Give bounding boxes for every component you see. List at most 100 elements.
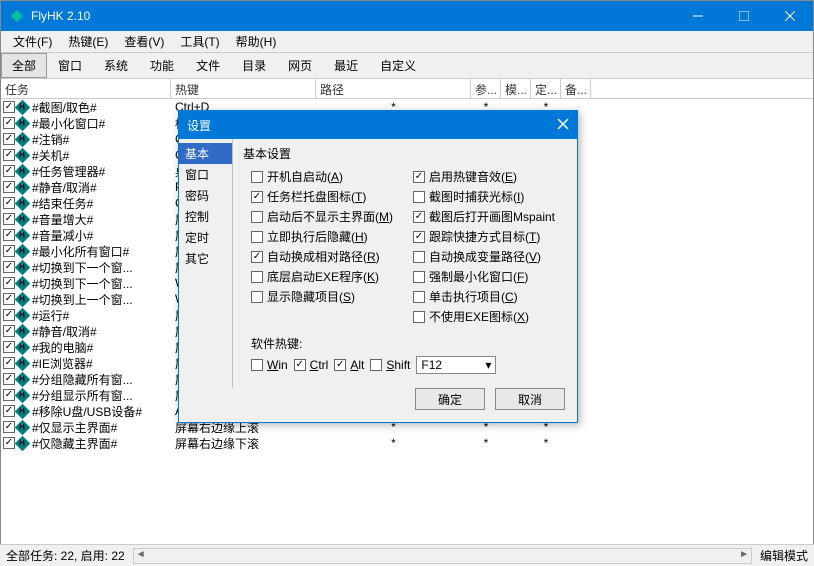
option-label: 启用热键音效(E) — [429, 168, 517, 185]
tab-最近[interactable]: 最近 — [323, 53, 369, 78]
row-checkbox[interactable] — [3, 373, 15, 385]
row-checkbox[interactable] — [3, 277, 15, 289]
checkbox[interactable] — [413, 251, 425, 263]
col-task[interactable]: 任务 — [1, 79, 171, 98]
checkbox[interactable] — [251, 271, 263, 283]
row-checkbox[interactable] — [3, 405, 15, 417]
table-row[interactable]: #仅隐藏主界面#屏幕右边缘下滚*** — [1, 435, 813, 451]
modkey-option[interactable]: Ctrl — [294, 358, 329, 372]
tab-文件[interactable]: 文件 — [185, 53, 231, 78]
checkbox[interactable] — [251, 251, 263, 263]
task-name: #切换到下一个窗... — [32, 259, 133, 276]
checkbox[interactable] — [413, 171, 425, 183]
tab-自定义[interactable]: 自定义 — [369, 53, 427, 78]
tab-全部[interactable]: 全部 — [1, 53, 47, 78]
row-checkbox[interactable] — [3, 181, 15, 193]
task-name: #分组隐藏所有窗... — [32, 371, 133, 388]
option[interactable]: 立即执行后隐藏(H) — [251, 228, 405, 245]
row-checkbox[interactable] — [3, 437, 15, 449]
row-checkbox[interactable] — [3, 357, 15, 369]
menu-item[interactable]: 帮助(H) — [228, 31, 285, 52]
row-checkbox[interactable] — [3, 117, 15, 129]
row-checkbox[interactable] — [3, 213, 15, 225]
menu-item[interactable]: 查看(V) — [116, 31, 172, 52]
option[interactable]: 跟踪快捷方式目标(T) — [413, 228, 567, 245]
menu-item[interactable]: 热键(E) — [60, 31, 116, 52]
checkbox[interactable] — [413, 191, 425, 203]
option[interactable]: 启动后不显示主界面(M) — [251, 208, 405, 225]
col-note[interactable]: 备... — [561, 79, 591, 98]
checkbox[interactable] — [370, 359, 382, 371]
modkey-option[interactable]: Shift — [370, 358, 410, 372]
sidebar-item[interactable]: 控制 — [179, 206, 232, 227]
option[interactable]: 自动换成变量路径(V) — [413, 248, 567, 265]
menu-item[interactable]: 文件(F) — [5, 31, 60, 52]
sidebar-item[interactable]: 密码 — [179, 185, 232, 206]
checkbox[interactable] — [334, 359, 346, 371]
menu-item[interactable]: 工具(T) — [172, 31, 227, 52]
tab-目录[interactable]: 目录 — [231, 53, 277, 78]
row-checkbox[interactable] — [3, 229, 15, 241]
modkey-option[interactable]: Win — [251, 358, 288, 372]
option[interactable]: 单击执行项目(C) — [413, 288, 567, 305]
checkbox[interactable] — [251, 171, 263, 183]
row-checkbox[interactable] — [3, 293, 15, 305]
option[interactable]: 任务栏托盘图标(T) — [251, 188, 405, 205]
sidebar-item[interactable]: 其它 — [179, 248, 232, 269]
checkbox[interactable] — [413, 211, 425, 223]
checkbox[interactable] — [413, 231, 425, 243]
option[interactable]: 截图时捕获光标(I) — [413, 188, 567, 205]
maximize-button[interactable] — [721, 1, 767, 31]
modkey-option[interactable]: Alt — [334, 358, 364, 372]
col-path[interactable]: 路径 — [316, 79, 471, 98]
checkbox[interactable] — [413, 291, 425, 303]
row-checkbox[interactable] — [3, 197, 15, 209]
row-checkbox[interactable] — [3, 261, 15, 273]
close-button[interactable] — [767, 1, 813, 31]
tab-系统[interactable]: 系统 — [93, 53, 139, 78]
option[interactable]: 自动换成相对路径(R) — [251, 248, 405, 265]
row-checkbox[interactable] — [3, 421, 15, 433]
checkbox[interactable] — [413, 271, 425, 283]
h-scrollbar[interactable] — [133, 548, 752, 564]
cancel-button[interactable]: 取消 — [495, 388, 565, 410]
row-checkbox[interactable] — [3, 165, 15, 177]
row-checkbox[interactable] — [3, 309, 15, 321]
sidebar-item[interactable]: 窗口 — [179, 164, 232, 185]
option[interactable]: 底层启动EXE程序(K) — [251, 268, 405, 285]
dialog-close-button[interactable] — [557, 118, 569, 133]
checkbox[interactable] — [251, 211, 263, 223]
tab-窗口[interactable]: 窗口 — [47, 53, 93, 78]
tab-网页[interactable]: 网页 — [277, 53, 323, 78]
ok-button[interactable]: 确定 — [415, 388, 485, 410]
checkbox[interactable] — [413, 311, 425, 323]
checkbox[interactable] — [251, 191, 263, 203]
row-checkbox[interactable] — [3, 325, 15, 337]
key-select[interactable]: F12▾ — [416, 356, 496, 374]
checkbox[interactable] — [251, 231, 263, 243]
row-checkbox[interactable] — [3, 101, 15, 113]
option[interactable]: 显示隐藏项目(S) — [251, 288, 405, 305]
option[interactable]: 截图后打开画图Mspaint — [413, 208, 567, 225]
col-timer[interactable]: 定... — [531, 79, 561, 98]
col-param[interactable]: 参... — [471, 79, 501, 98]
row-checkbox[interactable] — [3, 389, 15, 401]
checkbox[interactable] — [294, 359, 306, 371]
row-checkbox[interactable] — [3, 341, 15, 353]
checkbox[interactable] — [251, 359, 263, 371]
minimize-button[interactable] — [675, 1, 721, 31]
sidebar-item[interactable]: 定时 — [179, 227, 232, 248]
option[interactable]: 强制最小化窗口(F) — [413, 268, 567, 285]
tab-功能[interactable]: 功能 — [139, 53, 185, 78]
row-checkbox[interactable] — [3, 133, 15, 145]
col-hotkey[interactable]: 热键 — [171, 79, 316, 98]
task-name: #分组显示所有窗... — [32, 387, 133, 404]
row-checkbox[interactable] — [3, 245, 15, 257]
row-checkbox[interactable] — [3, 149, 15, 161]
option[interactable]: 开机自启动(A) — [251, 168, 405, 185]
col-mode[interactable]: 模... — [501, 79, 531, 98]
option[interactable]: 启用热键音效(E) — [413, 168, 567, 185]
checkbox[interactable] — [251, 291, 263, 303]
option[interactable]: 不使用EXE图标(X) — [413, 308, 567, 325]
sidebar-item[interactable]: 基本 — [179, 143, 232, 164]
